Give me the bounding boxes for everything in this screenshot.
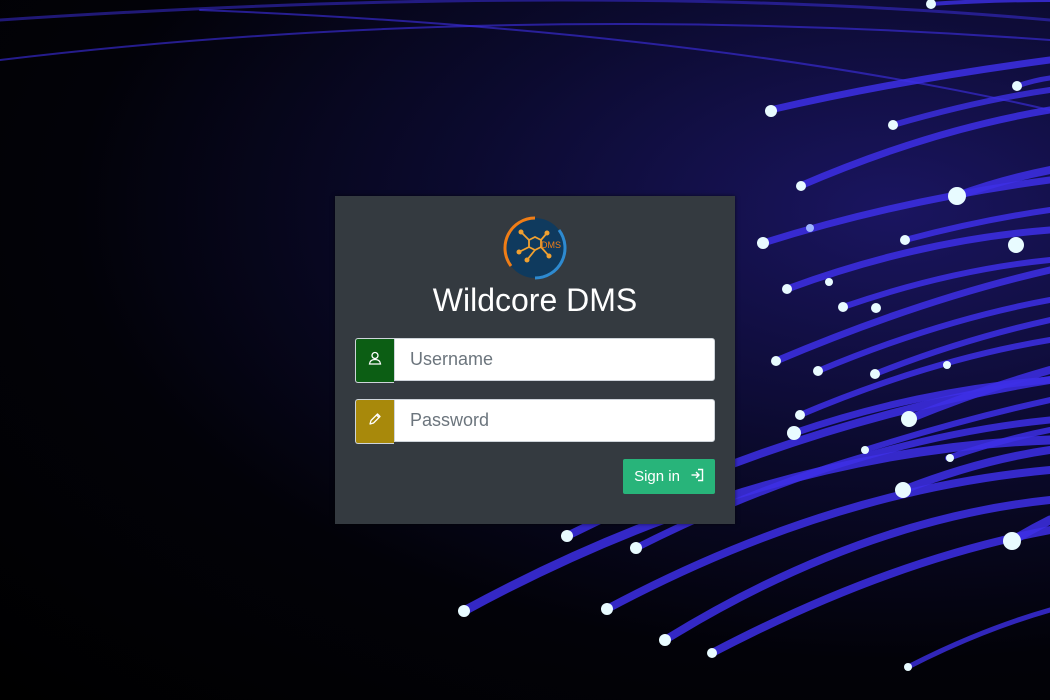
user-icon <box>367 350 383 371</box>
app-logo: DMS <box>503 216 567 280</box>
svg-text:DMS: DMS <box>541 240 561 250</box>
username-input[interactable] <box>394 338 715 381</box>
username-field-group <box>355 338 715 383</box>
login-card: DMS Wildcore DMS Sign in <box>335 196 735 524</box>
sign-in-icon <box>690 468 704 486</box>
app-title: Wildcore DMS <box>432 282 638 318</box>
password-addon <box>355 399 394 444</box>
pencil-icon <box>368 412 382 431</box>
sign-in-label: Sign in <box>634 468 680 485</box>
password-field-group <box>355 399 715 444</box>
password-input[interactable] <box>394 399 715 442</box>
sign-in-button[interactable]: Sign in <box>623 459 715 494</box>
username-addon <box>355 338 394 383</box>
